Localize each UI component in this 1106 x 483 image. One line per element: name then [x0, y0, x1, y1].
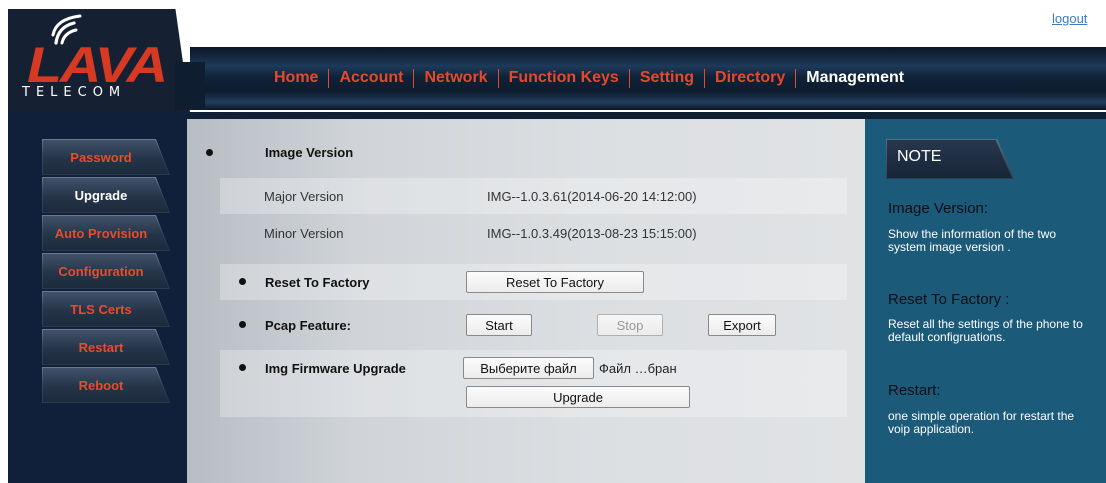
note-title: NOTE — [897, 148, 942, 165]
sidebar-item-password[interactable]: Password — [42, 139, 170, 175]
nav-divider — [328, 68, 330, 88]
section-title-pcap: Pcap Feature: — [265, 318, 351, 333]
row-reset-to-factory: Reset To Factory Reset To Factory — [220, 264, 847, 300]
nav-divider — [497, 68, 499, 88]
note-text: Reset all the settings of the phone to — [888, 318, 1083, 331]
sidebar-item-configuration[interactable]: Configuration — [42, 253, 170, 289]
nav-divider — [413, 68, 415, 88]
pcap-export-button[interactable]: Export — [708, 314, 776, 336]
major-version-value: IMG--1.0.3.61(2014-06-20 14:12:00) — [487, 189, 697, 204]
sidebar-item-label: Restart — [78, 339, 124, 355]
sidebar-item-upgrade[interactable]: Upgrade — [42, 177, 170, 213]
row-pcap-feature: Pcap Feature: Start Stop Export — [220, 307, 847, 343]
note-heading-restart: Restart: — [888, 382, 941, 399]
file-status-text: Файл …бран — [599, 361, 677, 376]
upgrade-button[interactable]: Upgrade — [466, 386, 690, 408]
nav-home[interactable]: Home — [274, 69, 318, 87]
row-minor-version: Minor Version IMG--1.0.3.49(2013-08-23 1… — [220, 215, 847, 251]
main-content: Image Version Major Version IMG--1.0.3.6… — [187, 112, 865, 483]
bullet-icon — [206, 149, 213, 156]
main-nav: Home Account Network Function Keys Setti… — [274, 67, 904, 89]
logo-subtitle: TELECOM — [22, 85, 127, 100]
nav-network[interactable]: Network — [424, 69, 487, 87]
row-firmware-upgrade: Img Firmware Upgrade Выберите файл Файл … — [220, 350, 847, 417]
nav-divider — [795, 68, 797, 88]
note-text: voip application. — [888, 423, 975, 436]
page-header: LAVA TELECOM Home Account Network Functi… — [0, 0, 1106, 112]
reset-to-factory-button[interactable]: Reset To Factory — [466, 271, 644, 293]
section-title-image-version: Image Version — [265, 145, 354, 160]
note-text: default configruations. — [888, 331, 1006, 344]
note-text: system image version . — [888, 241, 1011, 254]
sidebar-item-reboot[interactable]: Reboot — [42, 367, 170, 403]
note-heading-image-version: Image Version: — [888, 200, 989, 217]
pcap-stop-button[interactable]: Stop — [597, 314, 663, 336]
sidebar-item-label: Auto Provision — [54, 225, 148, 241]
note-heading-reset-to-factory: Reset To Factory : — [888, 291, 1010, 308]
pcap-start-button[interactable]: Start — [466, 314, 532, 336]
sidebar-item-label: Upgrade — [74, 187, 128, 203]
sidebar-item-auto-provision[interactable]: Auto Provision — [42, 215, 170, 251]
logout-link[interactable]: logout — [1052, 11, 1087, 26]
bullet-icon — [239, 364, 246, 371]
minor-version-value: IMG--1.0.3.49(2013-08-23 15:15:00) — [487, 226, 697, 241]
nav-management[interactable]: Management — [806, 69, 904, 87]
nav-directory[interactable]: Directory — [715, 69, 785, 87]
bullet-icon — [239, 278, 246, 285]
nav-account[interactable]: Account — [339, 69, 403, 87]
sidebar-item-tls-certs[interactable]: TLS Certs — [42, 291, 170, 327]
nav-divider — [704, 68, 706, 88]
sidebar-item-label: Configuration — [58, 263, 144, 279]
nav-function-keys[interactable]: Function Keys — [509, 69, 619, 87]
section-title-firmware: Img Firmware Upgrade — [265, 361, 406, 376]
major-version-label: Major Version — [264, 189, 344, 204]
nav-setting[interactable]: Setting — [640, 69, 694, 87]
logo-wordmark: LAVA — [27, 37, 168, 93]
bullet-icon — [239, 321, 246, 328]
note-text: one simple operation for restart the — [888, 410, 1075, 423]
row-major-version: Major Version IMG--1.0.3.61(2014-06-20 1… — [220, 178, 847, 214]
section-title-reset: Reset To Factory — [265, 275, 370, 290]
note-text: Show the information of the two — [888, 228, 1057, 241]
sidebar-item-label: Reboot — [78, 377, 124, 393]
sidebar-item-restart[interactable]: Restart — [42, 329, 170, 365]
minor-version-label: Minor Version — [264, 226, 344, 241]
sidebar-item-label: Password — [70, 149, 132, 165]
nav-divider — [628, 68, 630, 88]
sidebar-item-label: TLS Certs — [70, 301, 132, 317]
choose-file-button[interactable]: Выберите файл — [463, 357, 594, 379]
